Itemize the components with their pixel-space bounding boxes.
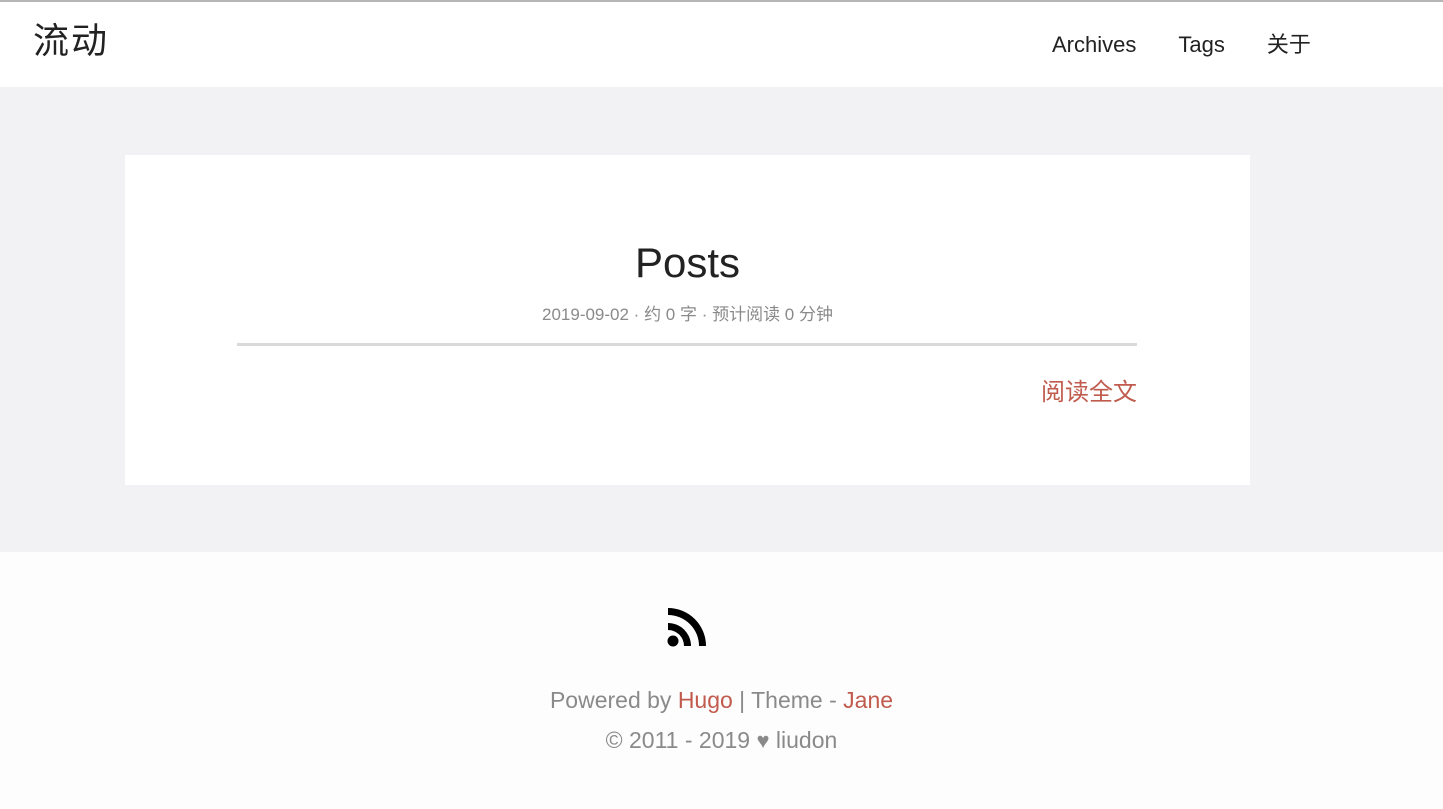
post-title[interactable]: Posts [125, 237, 1250, 289]
nav-item-tags[interactable]: Tags [1166, 30, 1236, 60]
post-meta: 2019-09-02 · 约 0 字 · 预计阅读 0 分钟 [542, 305, 833, 324]
nav-item-archives[interactable]: Archives [1040, 30, 1148, 60]
read-more-link[interactable]: 阅读全文 [1041, 377, 1137, 409]
theme-separator: | Theme - [732, 687, 844, 713]
powered-prefix: Powered by [549, 687, 678, 713]
site-footer: Powered by Hugo | Theme - Jane © 2011 - … [0, 552, 1443, 809]
jane-theme-link[interactable]: Jane [843, 687, 893, 713]
heart-icon: ♥ [756, 728, 770, 753]
site-logo[interactable]: 流动 [33, 20, 109, 64]
main-nav: Archives Tags 关于 [1040, 30, 1341, 60]
site-header: 流动 Archives Tags 关于 [0, 2, 1443, 87]
post-divider [237, 343, 1137, 346]
rss-icon[interactable] [667, 607, 707, 647]
powered-by-line: Powered by Hugo | Theme - Jane [0, 684, 1443, 716]
hugo-link[interactable]: Hugo [678, 687, 733, 713]
copyright-line: © 2011 - 2019 ♥ liudon [0, 724, 1443, 757]
nav-item-about[interactable]: 关于 [1255, 30, 1323, 60]
post-card: Posts 2019-09-02 · 约 0 字 · 预计阅读 0 分钟 阅读全… [125, 155, 1250, 485]
author-name: liudon [769, 727, 838, 753]
copyright-prefix: © 2011 - 2019 [605, 727, 757, 753]
